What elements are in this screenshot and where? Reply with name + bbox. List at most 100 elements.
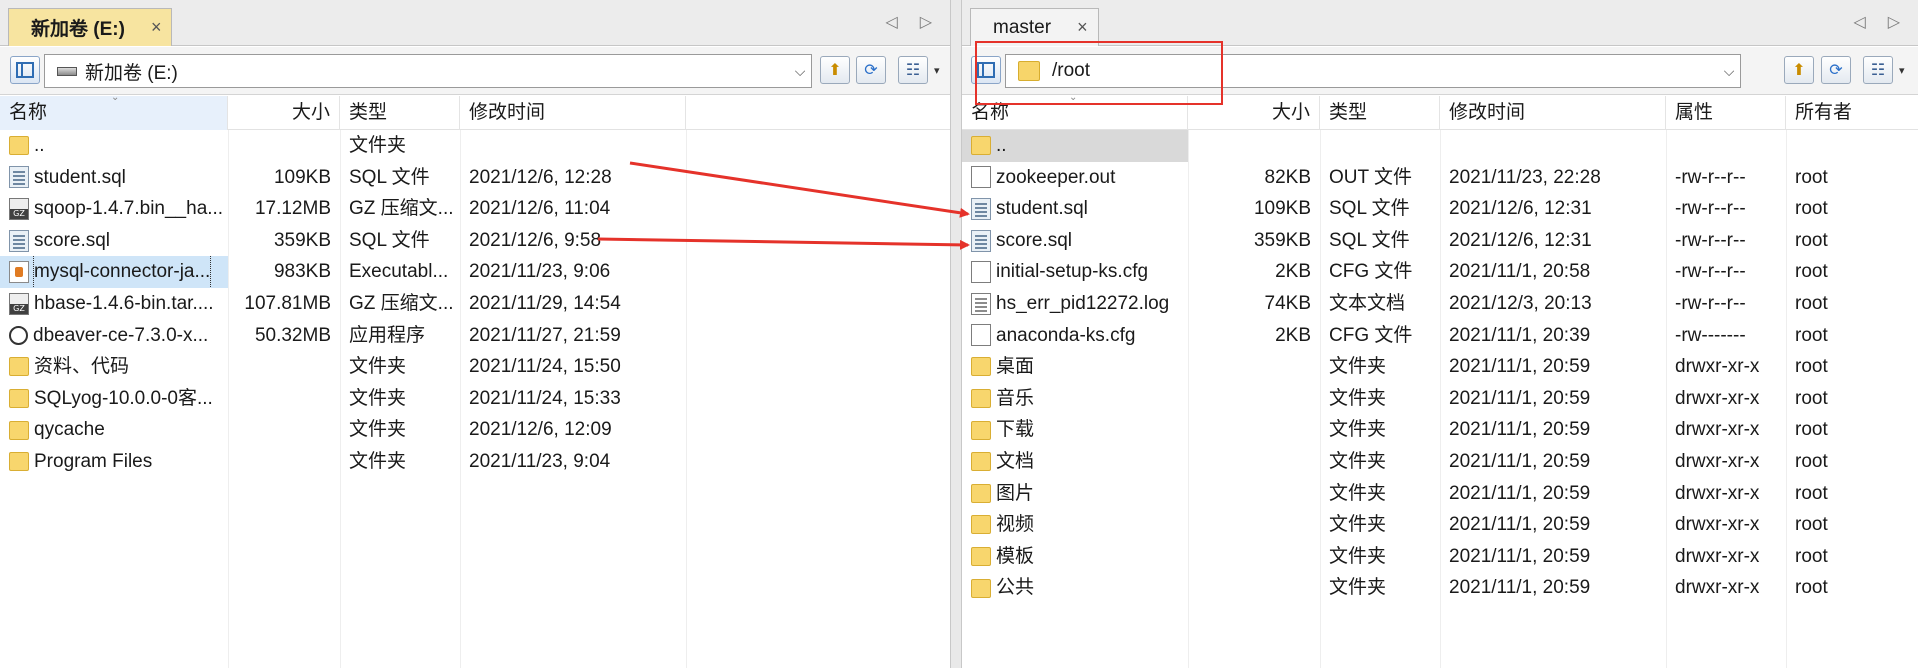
file-type: 文件夹 [349,356,407,378]
file-row[interactable]: student.sql 109KB SQL 文件 2021/12/6, 12:28 [0,162,950,194]
file-type: 文件夹 [1329,545,1387,567]
remote-path-combobox[interactable]: /root ⌵ [1005,54,1741,88]
file-size [228,383,340,415]
file-row[interactable]: 下载 文件夹 2021/11/1, 20:59 drwxr-xr-x root [962,414,1918,446]
tab-local-drive[interactable]: 新加卷 (E:) × [8,8,173,46]
file-size [1188,446,1320,478]
chevron-down-icon[interactable]: ⌵ [1718,63,1740,80]
file-name: 下载 [996,419,1035,441]
file-row[interactable]: .. 文件夹 [0,130,950,162]
file-row[interactable]: initial-setup-ks.cfg 2KB CFG 文件 2021/11/1, … [962,256,1918,288]
file-row[interactable]: hbase-1.4.6-bin.tar.... 107.81MB GZ 压缩文...… [0,288,950,320]
file-row[interactable]: mysql-connector-ja... 983KB Executabl... 20… [0,256,950,288]
parent-folder-button[interactable]: ⬆ [1784,56,1814,84]
file-row[interactable]: 图片 文件夹 2021/11/1, 20:59 drwxr-xr-x root [962,478,1918,510]
column-type[interactable]: 类型 [1320,96,1440,130]
file-size: 983KB [273,261,331,283]
file-row[interactable]: sqoop-1.4.7.bin__ha... 17.12MB GZ 压缩文... 20… [0,193,950,225]
close-tab-icon[interactable]: × [151,17,162,38]
sql-file-icon [971,197,991,220]
file-size [1188,541,1320,573]
file-row[interactable]: 文档 文件夹 2021/11/1, 20:59 drwxr-xr-x root [962,446,1918,478]
file-row[interactable]: zookeeper.out 82KB OUT 文件 2021/11/23, 22:28… [962,162,1918,194]
file-name: 模板 [996,545,1035,567]
column-modified[interactable]: 修改时间 [460,96,686,130]
column-owner[interactable]: 所有者 [1786,96,1918,130]
file-name-cell: .. [0,130,228,162]
refresh-button[interactable]: ⟳ [1821,56,1851,84]
column-modified[interactable]: 修改时间 [1440,96,1666,130]
file-modified: 2021/12/6, 12:31 [1449,198,1592,220]
file-name: sqoop-1.4.7.bin__ha... [34,198,224,220]
view-dropdown-icon[interactable]: ▾ [1899,64,1905,77]
file-type: GZ 压缩文... [349,198,454,220]
file-name-cell: hs_err_pid12272.log [962,288,1188,320]
file-row[interactable]: 公共 文件夹 2021/11/1, 20:59 drwxr-xr-x root [962,572,1918,604]
file-name-cell: zookeeper.out [962,162,1188,194]
file-name-cell: hbase-1.4.6-bin.tar.... [0,288,228,320]
file-name: score.sql [996,229,1073,251]
panel-toggle-icon[interactable] [10,56,40,84]
tab-next-icon[interactable]: ▷ [920,12,932,32]
sql-file-icon [971,229,991,252]
file-row[interactable]: score.sql 359KB SQL 文件 2021/12/6, 12:31 -rw-… [962,225,1918,257]
file-type: 文本文档 [1329,292,1406,314]
file-row[interactable]: Program Files 文件夹 2021/11/23, 9:04 [0,446,950,478]
tab-next-icon[interactable]: ▷ [1888,12,1900,32]
file-owner: root [1795,577,1828,599]
file-row[interactable]: 视频 文件夹 2021/11/1, 20:59 drwxr-xr-x root [962,509,1918,541]
close-tab-icon[interactable]: × [1077,17,1088,38]
file-size: 82KB [1264,166,1311,188]
local-tab-bar: 新加卷 (E:) × ◁ ▷ [0,0,950,46]
column-size[interactable]: 大小 [1188,96,1320,130]
file-attrs: -rw-r--r-- [1675,198,1746,220]
file-row[interactable]: qycache 文件夹 2021/12/6, 12:09 [0,414,950,446]
view-mode-button[interactable]: ☷ [898,56,928,84]
file-row[interactable]: score.sql 359KB SQL 文件 2021/12/6, 9:58 [0,225,950,257]
file-row[interactable]: anaconda-ks.cfg 2KB CFG 文件 2021/11/1, 20:39… [962,320,1918,352]
file-row[interactable]: 模板 文件夹 2021/11/1, 20:59 drwxr-xr-x root [962,541,1918,573]
file-owner: root [1795,198,1828,220]
file-name: student.sql [34,166,126,188]
column-type[interactable]: 类型 [340,96,460,130]
file-modified [1440,130,1666,162]
file-icon [971,166,991,189]
chevron-down-icon[interactable]: ⌵ [789,63,811,80]
file-row[interactable]: 桌面 文件夹 2021/11/1, 20:59 drwxr-xr-x root [962,351,1918,383]
file-attrs: drwxr-xr-x [1675,387,1760,409]
parent-folder-button[interactable]: ⬆ [820,56,850,84]
file-modified: 2021/11/24, 15:33 [469,387,621,409]
folder-icon [971,452,991,472]
file-row[interactable]: SQLyog-10.0.0-0客... 文件夹 2021/11/24, 15:33 [0,383,950,415]
column-attributes[interactable]: 属性 [1666,96,1786,130]
file-name-cell: sqoop-1.4.7.bin__ha... [0,193,228,225]
view-mode-button[interactable]: ☷ [1863,56,1893,84]
tab-prev-icon[interactable]: ◁ [1853,12,1865,32]
file-attrs: -rw------- [1675,324,1746,346]
file-row[interactable]: 资料、代码 文件夹 2021/11/24, 15:50 [0,351,950,383]
tab-prev-icon[interactable]: ◁ [885,12,897,32]
refresh-button[interactable]: ⟳ [856,56,886,84]
folder-icon [971,547,991,567]
tab-remote-master[interactable]: master × [970,8,1099,46]
file-owner: root [1795,292,1828,314]
file-type: 文件夹 [349,387,407,409]
file-name: 视频 [996,514,1035,536]
view-dropdown-icon[interactable]: ▾ [934,64,940,77]
file-row[interactable]: hs_err_pid12272.log 74KB 文本文档 2021/12/3, 20… [962,288,1918,320]
file-row[interactable]: student.sql 109KB SQL 文件 2021/12/6, 12:31 -r… [962,193,1918,225]
pane-splitter[interactable] [950,0,962,668]
sql-file-icon [9,229,29,252]
column-size[interactable]: 大小 [228,96,340,130]
file-name-cell: mysql-connector-ja... [0,256,228,288]
file-row[interactable]: .. [962,130,1918,162]
file-size [228,446,340,478]
file-row[interactable]: 音乐 文件夹 2021/11/1, 20:59 drwxr-xr-x root [962,383,1918,415]
file-row[interactable]: dbeaver-ce-7.3.0-x... 50.32MB 应用程序 2021/11/… [0,320,950,352]
local-pane: 新加卷 (E:) × ◁ ▷ 新加卷 (E:) ⌵ ⬆ ⟳ ☷ ▾ 名称 大小 … [0,0,950,668]
file-name: score.sql [34,229,111,251]
panel-toggle-icon[interactable] [971,56,1001,84]
file-size: 2KB [1275,261,1311,283]
local-path-combobox[interactable]: 新加卷 (E:) ⌵ [44,54,812,88]
file-owner: root [1795,261,1828,283]
